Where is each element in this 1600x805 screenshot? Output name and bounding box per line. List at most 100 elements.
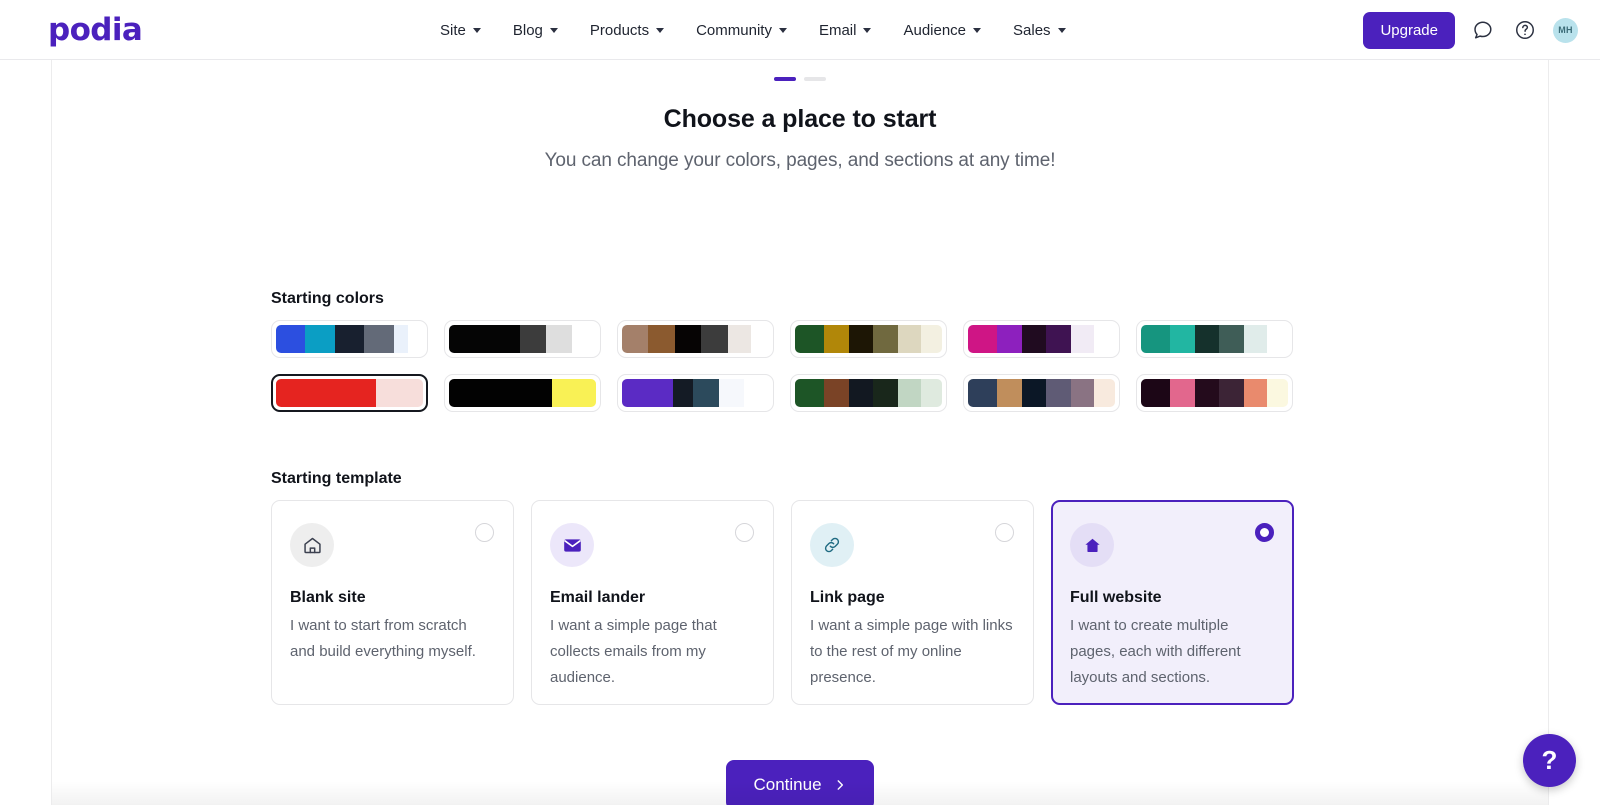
palette-color-band [1170, 379, 1196, 407]
continue-button-container: Continue [52, 760, 1548, 805]
palette-color-band [1195, 325, 1219, 353]
color-palette-swatch[interactable] [790, 320, 947, 358]
palette-color-band [1195, 379, 1219, 407]
link-icon [810, 523, 854, 567]
palette-color-band [1141, 325, 1171, 353]
nav-item-sales-label: Sales [1013, 21, 1051, 39]
palette-color-band [1218, 325, 1244, 353]
palette-color-band [727, 325, 752, 353]
color-palette-swatch[interactable] [1136, 320, 1293, 358]
palette-color-band [692, 379, 719, 407]
palette-color-band [1267, 325, 1288, 353]
palette-color-band [921, 379, 942, 407]
palette-color-band [276, 325, 306, 353]
avatar[interactable]: MH [1553, 17, 1578, 43]
palette-color-band [872, 379, 898, 407]
chevron-down-icon [778, 27, 787, 33]
continue-button[interactable]: Continue [726, 760, 874, 805]
palette-color-band [1218, 379, 1244, 407]
palette-color-band [1045, 325, 1071, 353]
upgrade-button[interactable]: Upgrade [1363, 11, 1455, 49]
palette-color-band [872, 325, 898, 353]
home-outline-icon [290, 523, 334, 567]
template-card[interactable]: Blank site I want to start from scratch a… [271, 500, 514, 705]
palette-color-band [1070, 379, 1095, 407]
nav-item-blog-label: Blog [512, 21, 543, 39]
chevron-down-icon [549, 27, 558, 33]
nav-item-site-label: Site [440, 21, 466, 39]
top-navigation-bar: podia Site Blog Products Community Email… [0, 0, 1600, 60]
envelope-icon [550, 523, 594, 567]
nav-right-actions: Upgrade MH [1363, 0, 1578, 60]
nav-item-blog[interactable]: Blog [513, 22, 558, 39]
palette-color-band [393, 325, 409, 353]
template-radio-button[interactable] [1255, 523, 1274, 542]
template-card-title: Full website [1070, 589, 1162, 606]
onboarding-content: Choose a place to start You can change y… [52, 60, 1548, 805]
chat-bubble-icon[interactable] [1469, 16, 1497, 44]
palette-color-band [1070, 325, 1095, 353]
color-palette-swatch[interactable] [444, 374, 601, 412]
template-radio-button[interactable] [475, 523, 494, 542]
template-card[interactable]: Full website I want to create multiple pa… [1051, 500, 1294, 705]
template-radio-button[interactable] [995, 523, 1014, 542]
color-palette-swatch[interactable] [963, 374, 1120, 412]
color-palette-swatch[interactable] [444, 320, 601, 358]
starting-template-label: Starting template [271, 470, 402, 487]
help-support-button[interactable]: ? [1523, 734, 1576, 787]
palette-color-band [1022, 379, 1046, 407]
palette-color-band [364, 325, 394, 353]
step-progress-indicator [52, 60, 1548, 81]
color-palette-swatch[interactable] [963, 320, 1120, 358]
palette-color-band [824, 379, 850, 407]
palette-color-band [622, 325, 649, 353]
palette-color-band [795, 325, 825, 353]
podia-logo[interactable]: podia [48, 14, 143, 46]
palette-color-band [551, 379, 596, 407]
template-card[interactable]: Link page I want a simple page with links… [791, 500, 1034, 705]
palette-color-band [408, 325, 423, 353]
chevron-down-icon [1057, 27, 1066, 33]
nav-item-audience[interactable]: Audience [903, 22, 982, 39]
palette-color-band [897, 325, 922, 353]
color-palette-swatch[interactable] [617, 320, 774, 358]
starting-template-section: Starting template Blank site I want to st… [271, 470, 1315, 705]
palette-color-band [674, 325, 702, 353]
main-nav-menu: Site Blog Products Community Email Audie… [440, 0, 1066, 60]
home-filled-icon [1070, 523, 1114, 567]
step-dot-1[interactable] [774, 77, 796, 81]
nav-item-email[interactable]: Email [819, 22, 872, 39]
palette-color-band [751, 325, 769, 353]
nav-item-email-label: Email [818, 21, 857, 39]
palette-color-band [622, 379, 674, 407]
color-palette-swatch[interactable] [271, 374, 428, 412]
palette-color-band [897, 379, 922, 407]
color-palette-swatch[interactable] [617, 374, 774, 412]
template-card[interactable]: Email lander I want a simple page that co… [531, 500, 774, 705]
template-card-description: I want a simple page that collects email… [550, 617, 717, 686]
nav-item-community[interactable]: Community [696, 22, 787, 39]
step-dot-2[interactable] [804, 77, 826, 81]
palette-color-band [519, 325, 546, 353]
palette-color-band [449, 379, 552, 407]
palette-color-band [1243, 379, 1268, 407]
nav-item-site[interactable]: Site [440, 22, 481, 39]
color-palette-swatch[interactable] [1136, 374, 1293, 412]
palette-color-band [997, 379, 1023, 407]
chevron-right-icon [837, 780, 843, 790]
palette-color-band [719, 379, 744, 407]
nav-item-sales[interactable]: Sales [1013, 22, 1066, 39]
palette-color-band [648, 325, 675, 353]
chevron-down-icon [863, 27, 872, 33]
palette-color-band [1094, 325, 1115, 353]
question-circle-icon[interactable] [1511, 16, 1539, 44]
palette-color-band [795, 379, 825, 407]
color-palette-swatch[interactable] [271, 320, 428, 358]
palette-color-band [1045, 379, 1071, 407]
color-palette-swatch[interactable] [790, 374, 947, 412]
continue-button-label: Continue [753, 775, 822, 794]
template-card-title: Link page [810, 589, 885, 606]
palette-color-band [673, 379, 693, 407]
nav-item-products[interactable]: Products [590, 22, 665, 39]
template-radio-button[interactable] [735, 523, 754, 542]
